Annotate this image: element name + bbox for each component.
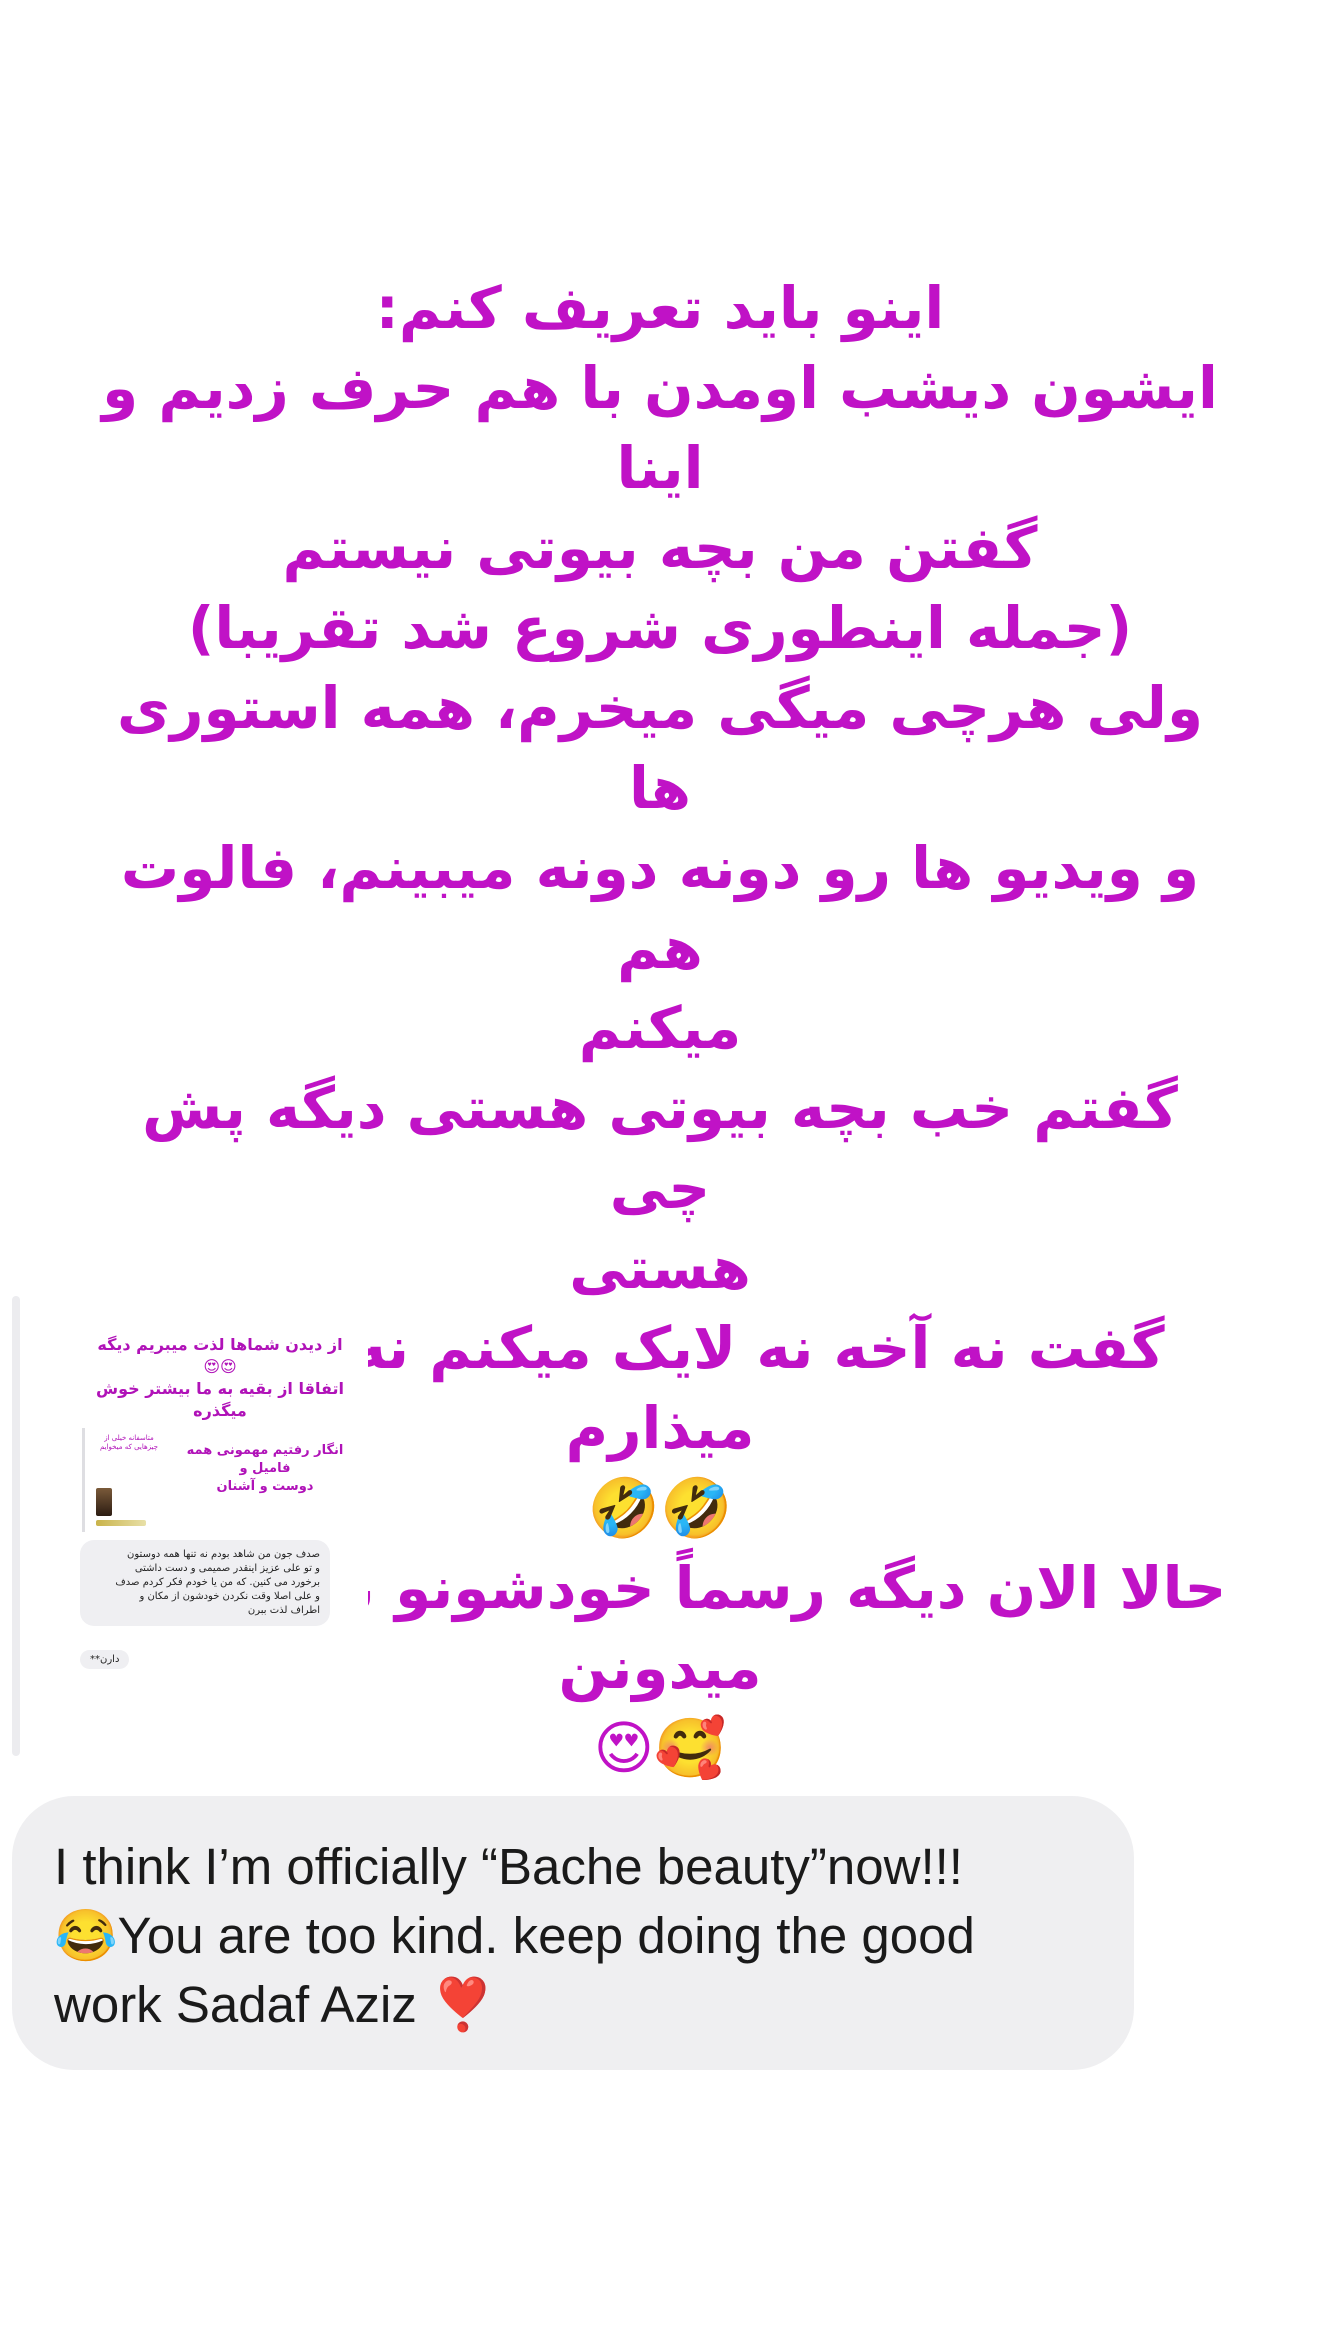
story-line: گفتن من بچه بیوتی نیستم [282, 514, 1038, 582]
story-line: میکنم [578, 994, 742, 1062]
reply-message-line: 😂You are too kind. keep doing the good [54, 1907, 975, 1964]
nested-message-pill: دارن** [80, 1650, 130, 1669]
replied-story-thumbnail[interactable]: از دیدن شماها لذت میبریم دیگه 😍😍 اتفاقا … [72, 1300, 368, 1760]
nested-message-line: اطراف لذت ببرن [247, 1605, 320, 1616]
story-line: هستی [569, 1234, 751, 1302]
nested-quote-bar [82, 1428, 85, 1532]
reply-message-line: I think I’m officially “Bache beauty”now… [54, 1838, 963, 1895]
nested-tiny-caption: متاسفانه خیلی از چیزهایی که میخوایم [100, 1434, 158, 1451]
nested-message-bubble: صدف جون من شاهد بودم نه تنها همه دوستون … [80, 1540, 330, 1626]
replied-story-line: از دیدن شماها لذت میبریم دیگه [97, 1335, 343, 1354]
reply-message-line: work Sadaf Aziz ❣️ [54, 1976, 495, 2033]
replied-story-caption: از دیدن شماها لذت میبریم دیگه 😍😍 اتفاقا … [86, 1334, 354, 1422]
replied-story-line: اتفاقا از بقیه به ما بیشتر خوش [96, 1379, 344, 1398]
nested-message-line: و تو علی عزیز اینقدر صمیمی و دست داشتی [134, 1563, 320, 1574]
story-line: و ویدیو ها رو دونه دونه میبینم، فالوت هم [120, 834, 1200, 982]
nested-caption-line: انگار رفتیم مهمونی همه فامیل و [186, 1443, 344, 1476]
nested-photo-strip [96, 1520, 146, 1526]
nested-message-line: برخورد می کنین. که من یا خودم فکر کردم ص… [115, 1577, 320, 1588]
replied-story-line: میگذره [193, 1401, 247, 1420]
nested-photo-thumbnail [96, 1488, 112, 1516]
story-line: اینو باید تعریف کنم: [375, 274, 945, 342]
nested-replied-story: متاسفانه خیلی از چیزهایی که میخوایم انگا… [82, 1428, 358, 1532]
reply-quote-bar [12, 1296, 20, 1756]
nested-caption-line: دوست و آشنان [216, 1479, 314, 1494]
story-line: (جمله اینطوری شروع شد تقریبا) [187, 594, 1133, 662]
replied-story-line: 😍😍 [203, 1357, 237, 1376]
story-line: ایشون دیشب اومدن با هم حرف زدیم و اینا [102, 354, 1218, 502]
nested-message-line: و علی اصلا وقت نکردن خودشون از مکان و [139, 1591, 320, 1602]
nested-message-line: صدف جون من شاهد بودم نه تنها همه دوستون [127, 1549, 320, 1560]
story-line: ولی هرچی میگی میخرم، همه استوری ها [116, 674, 1204, 822]
nested-caption: انگار رفتیم مهمونی همه فامیل و دوست و آش… [172, 1442, 358, 1496]
reply-message-bubble[interactable]: I think I’m officially “Bache beauty”now… [12, 1796, 1134, 2070]
story-line: گفتم خب بچه بیوتی هستی دیگه پش چی [142, 1074, 1178, 1222]
